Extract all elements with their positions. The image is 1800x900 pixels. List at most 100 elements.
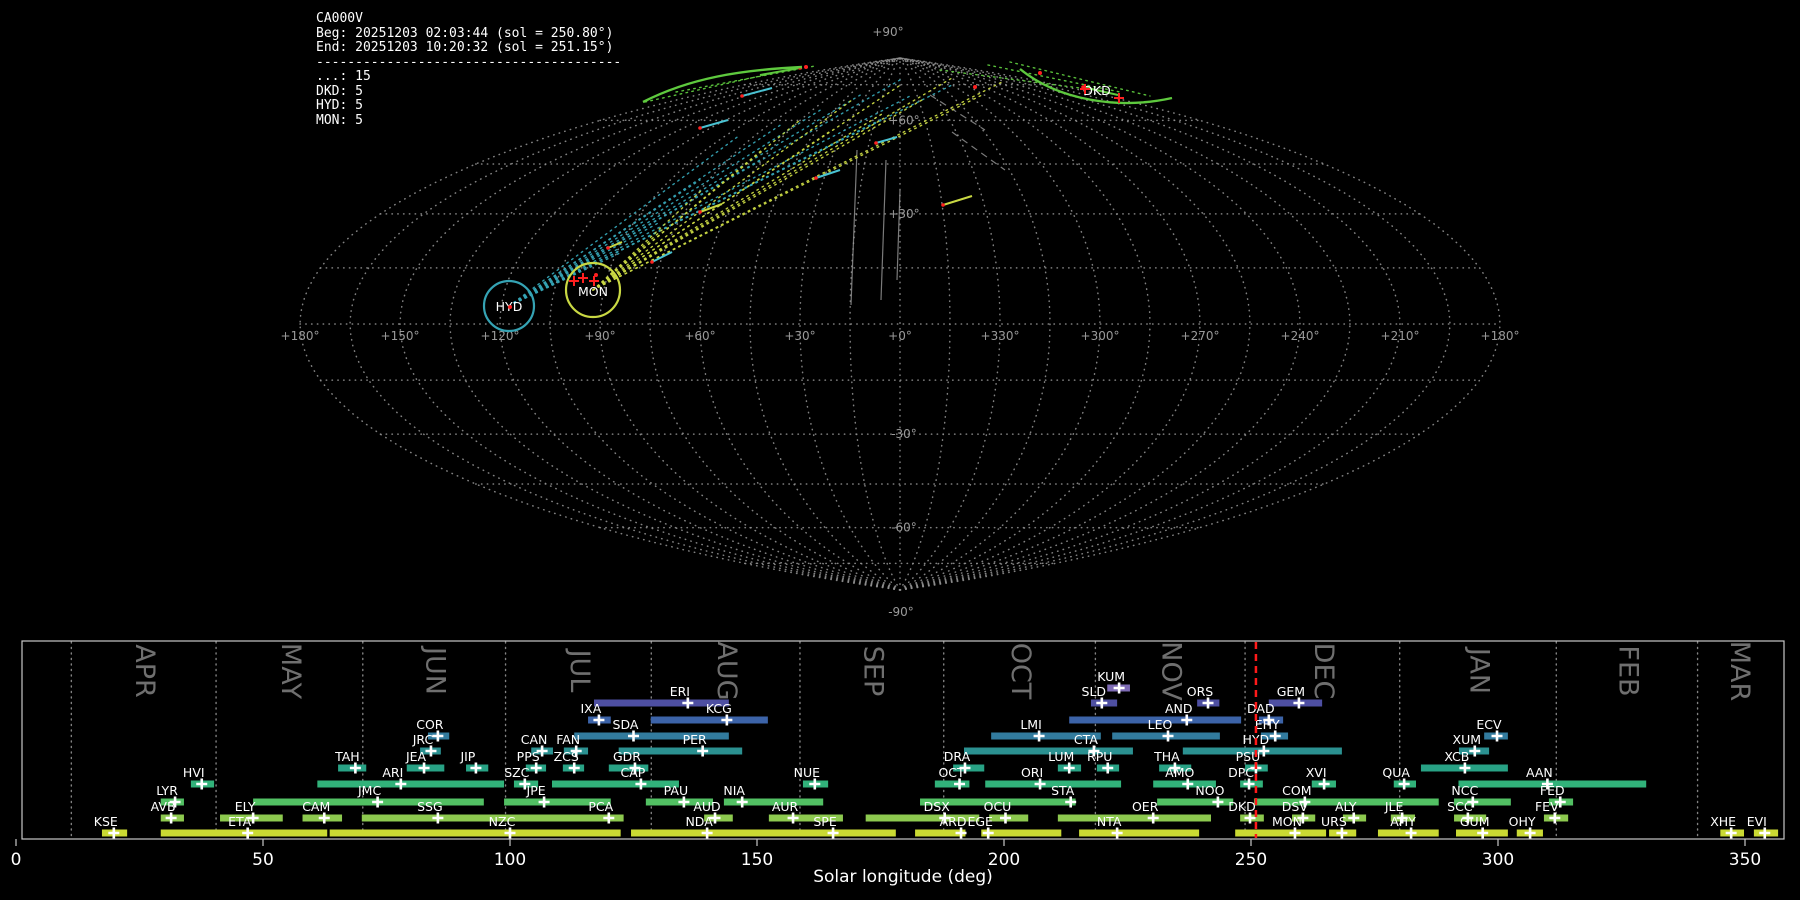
shower-peak-marker <box>628 730 639 742</box>
shower-peak-marker <box>1725 827 1737 839</box>
shower-label-jle: JLE <box>1384 799 1404 814</box>
shower-label-dad: DAD <box>1247 701 1275 716</box>
shower-peak-marker <box>1244 812 1256 824</box>
observation-info-panel: CA000V Beg: 20251203 02:03:44 (sol = 250… <box>316 11 622 128</box>
shower-peak-marker <box>196 778 208 790</box>
shower-peak-marker <box>999 812 1011 824</box>
shower-peak-marker <box>1318 778 1330 790</box>
shower-label-scc: SCC <box>1447 799 1473 814</box>
shower-peak-marker <box>1491 730 1503 742</box>
month-label: MAR <box>1724 641 1755 702</box>
shower-label-nda: NDA <box>685 814 713 829</box>
month-label: SEP <box>857 646 888 696</box>
shower-label-ehy: EHY <box>1255 717 1280 732</box>
shower-peak-marker <box>1212 796 1224 808</box>
shower-label-ncc: NCC <box>1451 783 1478 798</box>
shower-peak-marker <box>1162 730 1174 742</box>
shower-label-fev: FEV <box>1535 799 1559 814</box>
shower-label-cap: CAP <box>620 765 645 780</box>
shower-peak-marker <box>165 812 177 824</box>
shower-label-sld: SLD <box>1082 684 1107 699</box>
shower-label-fan: FAN <box>556 732 580 747</box>
shower-bar-ari <box>317 780 505 788</box>
shower-label-urs: URS <box>1321 814 1347 829</box>
shower-label-pps: PPS <box>517 749 540 764</box>
shower-label-oct: OCT <box>938 765 965 780</box>
month-label: JUL <box>564 648 595 693</box>
shower-peak-marker <box>1033 730 1045 742</box>
shower-peak-marker <box>470 762 482 774</box>
shower-label-eta: ETA <box>228 814 252 829</box>
shower-label-pca: PCA <box>588 799 613 814</box>
month-label: MAY <box>275 643 306 700</box>
shower-label-kse: KSE <box>94 814 118 829</box>
shower-label-lmi: LMI <box>1020 717 1041 732</box>
shower-label-nta: NTA <box>1097 814 1122 829</box>
shower-peak-marker <box>568 762 580 774</box>
shower-label-nzc: NZC <box>489 814 516 829</box>
shower-label-kum: KUM <box>1097 669 1125 684</box>
shower-peak-marker <box>418 762 430 774</box>
shower-peak-marker <box>954 778 966 790</box>
shower-label-ohy: OHY <box>1509 814 1536 829</box>
shower-label-fed: FED <box>1540 783 1565 798</box>
count-mon: MON: 5 <box>316 112 363 128</box>
shower-peak-marker <box>538 796 550 808</box>
shower-label-amo: AMO <box>1165 765 1194 780</box>
shower-peak-marker <box>395 778 407 790</box>
shower-peak-marker <box>787 812 799 824</box>
shower-peak-marker <box>593 714 605 726</box>
month-label: APR <box>129 644 160 698</box>
timeline-chart: APR MAY JUN JUL AUG SEP OCT NOV DEC JAN FEB MAR KUM E… <box>11 640 1785 887</box>
month-label: FEB <box>1612 645 1643 696</box>
shower-label-can: CAN <box>521 732 548 747</box>
begin-time: Beg: 20251203 02:03:44 (sol = 250.80°) <box>316 25 614 41</box>
shower-bar-nta <box>1079 829 1200 837</box>
shower-label-leo: LEO <box>1148 717 1173 732</box>
x-tick-label: 300 <box>1482 850 1514 870</box>
separator-line: --------------------------------------- <box>316 54 622 70</box>
shower-peak-marker <box>242 827 254 839</box>
shower-label-ard: ARD <box>940 814 967 829</box>
shower-label-com: COM <box>1282 783 1311 798</box>
shower-label-eri: ERI <box>670 684 690 699</box>
shower-label-gem: GEM <box>1277 684 1305 699</box>
shower-label-zcs: ZCS <box>554 749 579 764</box>
shower-label-pau: PAU <box>664 783 688 798</box>
shower-label-dsx: DSX <box>924 799 951 814</box>
shower-peak-marker <box>1102 762 1114 774</box>
shower-label-noo: NOO <box>1195 783 1224 798</box>
shower-peak-marker <box>1063 762 1075 774</box>
shower-label-aur: AUR <box>772 799 799 814</box>
shower-peak-marker <box>1096 697 1108 709</box>
shower-peak-marker <box>372 796 384 808</box>
shower-label-cta: CTA <box>1074 732 1098 747</box>
shower-label-jrc: JRC <box>412 732 434 747</box>
month-label: JAN <box>1463 646 1494 694</box>
shower-label-szc: SZC <box>504 765 529 780</box>
shower-label-ors: ORS <box>1187 684 1214 699</box>
shower-label-qua: QUA <box>1382 765 1410 780</box>
shower-label-ocu: OCU <box>984 799 1012 814</box>
shower-label-ely: ELY <box>235 799 256 814</box>
count-dkd: DKD: 5 <box>316 83 363 99</box>
shower-label-per: PER <box>683 732 707 747</box>
month-label: NOV <box>1156 641 1187 701</box>
shower-label-ari: ARI <box>382 765 403 780</box>
shower-peak-marker <box>1111 827 1123 839</box>
shower-label-xcb: XCB <box>1444 749 1469 764</box>
shower-bar-jmc <box>253 798 484 806</box>
shower-peak-marker <box>603 812 615 824</box>
shower-label-gum: GUM <box>1460 814 1490 829</box>
month-label: OCT <box>1005 643 1036 700</box>
shower-label-hvi: HVI <box>183 765 205 780</box>
shower-label-xvi: XVI <box>1306 765 1327 780</box>
shower-bar-nda <box>631 829 819 837</box>
shower-peak-marker <box>1759 827 1771 839</box>
shower-bar-kcg <box>650 716 768 724</box>
shower-label-jpe: JPE <box>526 783 546 798</box>
shower-peak-marker <box>982 827 994 839</box>
shower-label-aan: AAN <box>1526 765 1553 780</box>
shower-label-aly: ALY <box>1335 799 1357 814</box>
shower-peak-marker <box>682 697 694 709</box>
